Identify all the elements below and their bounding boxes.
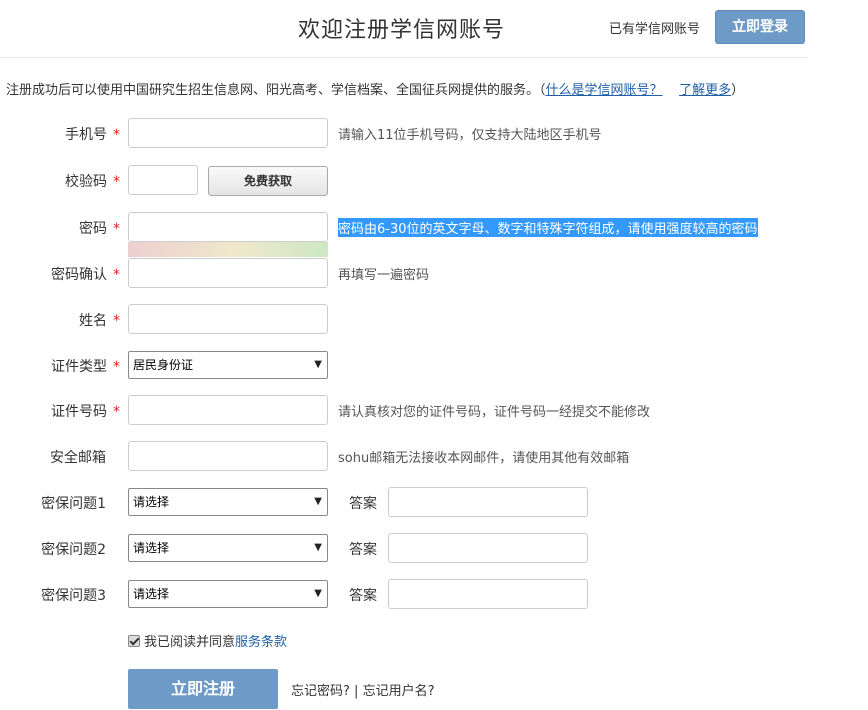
answer-1-input[interactable] — [388, 487, 588, 517]
question-1-label: 密保问题1 — [41, 496, 106, 512]
phone-label: 手机号 * — [65, 127, 120, 143]
has-account-text: 已有学信网账号 — [609, 22, 701, 37]
page-title: 欢迎注册学信网账号 — [298, 18, 506, 43]
question-3-label: 密保问题3 — [41, 588, 106, 604]
required-star: * — [113, 404, 120, 420]
dropdown-arrow-icon: ▼ — [314, 542, 322, 553]
question-1-select[interactable]: 请选择 ▼ — [128, 488, 328, 516]
id-type-label: 证件类型 * — [51, 359, 120, 375]
required-star: * — [113, 313, 120, 329]
password-hint: 密码由6-30位的英文字母、数字和特殊字符组成，请使用强度较高的密码 — [338, 218, 758, 237]
answer-3-input[interactable] — [388, 579, 588, 609]
required-star: * — [113, 127, 120, 143]
what-is-account-link[interactable]: 什么是学信网账号？ — [546, 83, 663, 98]
phone-input[interactable] — [128, 118, 328, 148]
question-2-label: 密保问题2 — [41, 542, 106, 558]
email-label: 安全邮箱 — [50, 450, 106, 466]
question-3-selected: 请选择 — [133, 587, 170, 601]
header-divider — [0, 57, 808, 58]
answer-2-input[interactable] — [388, 533, 588, 563]
id-type-select[interactable]: 居民身份证 ▼ — [128, 351, 328, 379]
id-number-input[interactable] — [128, 395, 328, 425]
email-input[interactable] — [128, 441, 328, 471]
required-star: * — [113, 267, 120, 283]
id-type-selected: 居民身份证 — [133, 358, 194, 372]
password-input[interactable] — [128, 212, 328, 242]
required-star: * — [113, 221, 120, 237]
login-button[interactable]: 立即登录 — [715, 10, 805, 44]
forgot-separator: | — [349, 684, 363, 699]
forgot-password-link[interactable]: 忘记密码? — [291, 684, 350, 699]
intro-description: 注册成功后可以使用中国研究生招生信息网、阳光高考、学信档案、全国征兵网提供的服务… — [6, 83, 546, 98]
email-hint: sohu邮箱无法接收本网邮件，请使用其他有效邮箱 — [338, 451, 630, 466]
id-number-label: 证件号码 * — [51, 404, 120, 420]
answer-3-label: 答案 — [349, 588, 377, 604]
password-label: 密码 * — [79, 221, 120, 237]
question-2-select[interactable]: 请选择 ▼ — [128, 534, 328, 562]
dropdown-arrow-icon: ▼ — [314, 588, 322, 599]
question-2-selected: 请选择 — [133, 541, 170, 555]
agree-row: 我已阅读并同意 服务条款 — [128, 631, 287, 650]
forgot-links: 忘记密码? | 忘记用户名? — [291, 680, 434, 699]
forgot-username-link[interactable]: 忘记用户名? — [363, 684, 435, 699]
required-star: * — [113, 359, 120, 375]
learn-more-link[interactable]: 了解更多 — [679, 83, 731, 98]
question-3-select[interactable]: 请选择 ▼ — [128, 580, 328, 608]
password-confirm-input[interactable] — [128, 258, 328, 288]
agree-checkbox[interactable] — [128, 634, 140, 647]
intro-text: 注册成功后可以使用中国研究生招生信息网、阳光高考、学信档案、全国征兵网提供的服务… — [6, 79, 744, 98]
password-confirm-hint: 再填写一遍密码 — [338, 268, 430, 283]
get-code-button[interactable]: 免费获取 — [208, 166, 328, 196]
dropdown-arrow-icon: ▼ — [314, 496, 322, 507]
register-button[interactable]: 立即注册 — [128, 669, 278, 709]
id-number-hint: 请认真核对您的证件号码，证件号码一经提交不能修改 — [338, 405, 651, 420]
agree-text: 我已阅读并同意 — [144, 635, 236, 650]
answer-2-label: 答案 — [349, 542, 377, 558]
phone-hint: 请输入11位手机号码，仅支持大陆地区手机号 — [338, 128, 602, 143]
answer-1-label: 答案 — [349, 496, 377, 512]
question-1-selected: 请选择 — [133, 495, 170, 509]
terms-link[interactable]: 服务条款 — [235, 631, 287, 650]
code-label: 校验码 * — [65, 174, 120, 190]
password-confirm-label: 密码确认 * — [51, 267, 120, 283]
required-star: * — [113, 174, 120, 190]
password-strength-bar — [128, 242, 328, 257]
name-input[interactable] — [128, 304, 328, 334]
dropdown-arrow-icon: ▼ — [314, 359, 322, 370]
name-label: 姓名 * — [79, 313, 120, 329]
code-input[interactable] — [128, 165, 198, 195]
intro-close-paren: ） — [731, 83, 745, 98]
